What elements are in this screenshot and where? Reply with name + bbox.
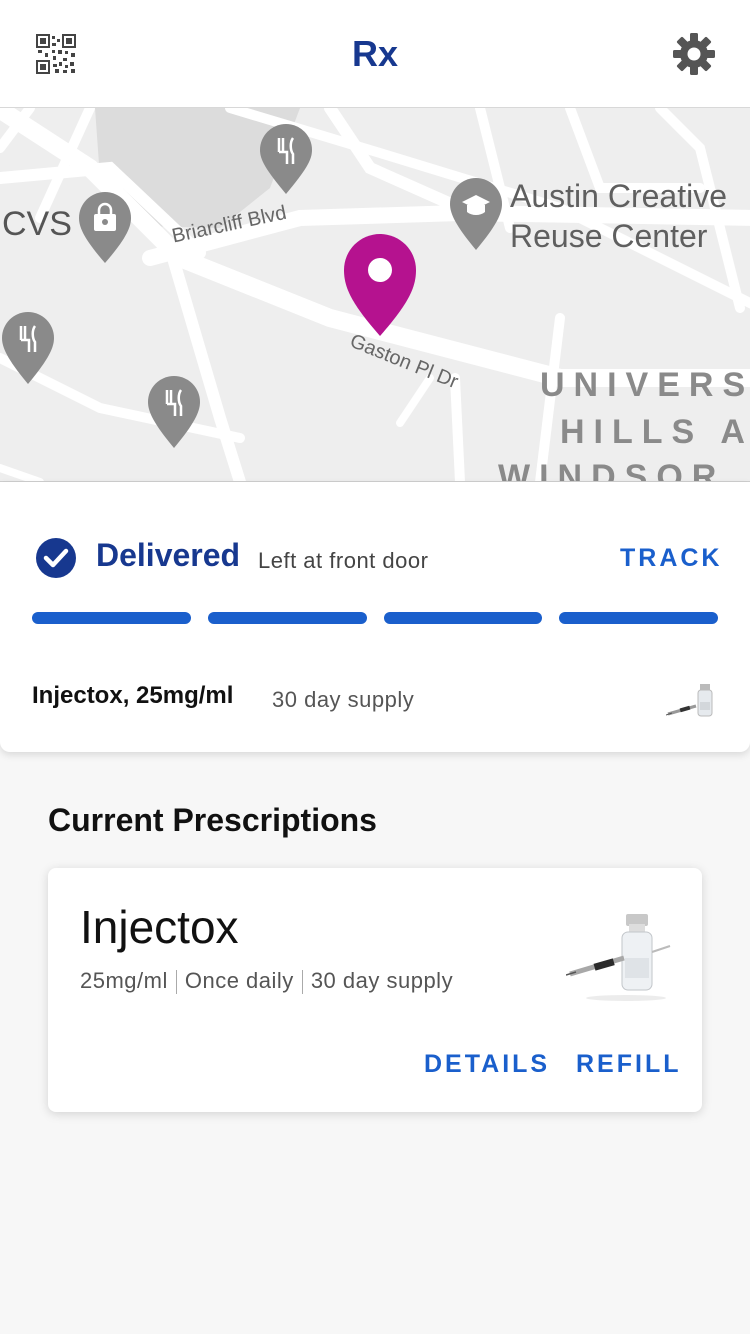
checkmark-circle-icon xyxy=(36,538,76,578)
map-label-university: UNIVERS xyxy=(540,366,750,404)
details-button[interactable]: DETAILS xyxy=(424,1050,550,1079)
map-label-austin-line2: Reuse Center xyxy=(510,218,708,254)
syringe-vial-thumbnail xyxy=(666,684,713,717)
delivery-map[interactable]: Austin Creative Reuse Center CVS Briarcl… xyxy=(0,108,750,482)
delivery-status-card: Delivered Left at front door TRACK Injec… xyxy=(0,482,750,752)
map-label-hills: HILLS A xyxy=(560,413,750,451)
app-header: Rx xyxy=(0,0,750,108)
section-title-current-prescriptions: Current Prescriptions xyxy=(48,802,377,838)
gear-icon[interactable] xyxy=(672,32,716,76)
delivery-status: Delivered xyxy=(96,537,241,573)
meta-divider xyxy=(175,970,177,995)
delivery-status-note: Left at front door xyxy=(258,548,429,573)
delivery-medication-name: Injectox, 25mg/ml xyxy=(32,682,234,709)
prescription-dosage: 25mg/ml xyxy=(80,968,168,993)
delivery-medication-supply: 30 day supply xyxy=(272,687,415,712)
refill-button[interactable]: REFILL xyxy=(576,1050,682,1079)
map-label-windsor: WINDSOR xyxy=(498,458,726,482)
prescription-frequency: Once daily xyxy=(184,968,294,993)
progress-step-1 xyxy=(32,612,191,624)
track-button[interactable]: TRACK xyxy=(620,544,723,573)
delivery-progress-bar xyxy=(32,612,718,624)
prescription-name: Injectox xyxy=(80,901,239,953)
meta-divider xyxy=(301,970,303,995)
prescription-supply: 30 day supply xyxy=(310,968,454,993)
prescription-card[interactable]: Injectox 25mg/ml Once daily 30 day supply … xyxy=(48,868,702,1112)
progress-step-3 xyxy=(383,612,543,624)
map-label-austin-line1: Austin Creative xyxy=(510,178,727,214)
map-label-cvs: CVS xyxy=(2,205,72,243)
prescription-meta: 25mg/ml Once daily 30 day supply xyxy=(80,968,454,995)
syringe-vial-image xyxy=(566,914,671,1001)
page-title: Rx xyxy=(351,33,399,74)
progress-step-2 xyxy=(207,612,367,624)
progress-step-4 xyxy=(559,612,718,624)
